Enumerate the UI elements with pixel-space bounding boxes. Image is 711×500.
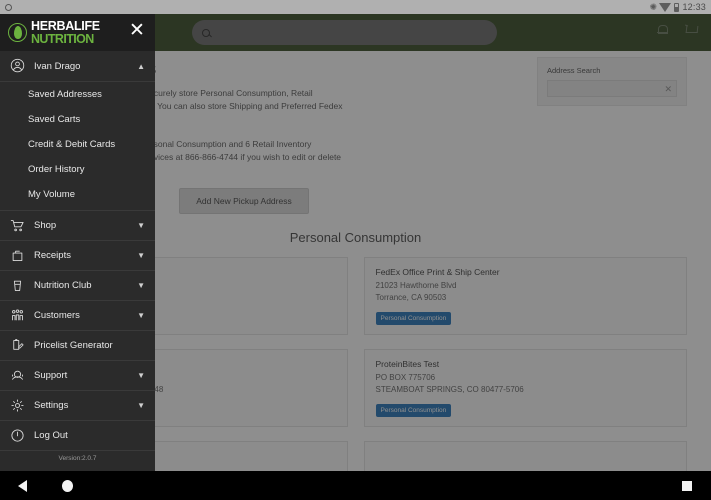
cart-icon [10, 218, 26, 234]
chevron-down-icon[interactable]: ▼ [137, 281, 145, 290]
sidebar-item-label: Settings [34, 400, 69, 411]
sidebar-item-support[interactable]: Support ▼ [0, 361, 155, 391]
drawer-submenu: Saved Addresses Saved Carts Credit & Deb… [0, 82, 155, 211]
chevron-down-icon[interactable]: ▼ [137, 371, 145, 380]
notification-dot-icon [5, 3, 12, 11]
sidebar-item-saved-carts[interactable]: Saved Carts [0, 107, 155, 132]
sidebar-item-log-out[interactable]: Log Out [0, 421, 155, 451]
sidebar-item-label: Support [34, 370, 68, 381]
headset-icon [10, 368, 26, 384]
app-version-label: Version:2.0.7 [58, 455, 97, 462]
sidebar-item-label: My Volume [28, 189, 75, 200]
sidebar-item-label: Order History [28, 164, 85, 175]
back-icon[interactable] [18, 480, 27, 492]
chevron-down-icon[interactable]: ▼ [137, 251, 145, 260]
sidebar-item-customers[interactable]: Customers ▼ [0, 301, 155, 331]
recents-icon[interactable] [682, 481, 692, 491]
chevron-down-icon[interactable]: ▼ [137, 401, 145, 410]
sidebar-item-label: Shop [34, 220, 57, 231]
clipboard-pencil-icon [10, 338, 26, 354]
close-drawer-icon[interactable]: ✕ [128, 21, 146, 40]
battery-icon [674, 2, 680, 12]
sidebar-item-label: Receipts [34, 250, 71, 261]
sidebar-item-label: Nutrition Club [34, 280, 92, 291]
status-bar-clock: 12:33 [682, 2, 706, 12]
drawer-header: HERBALIFE NUTRITION ✕ [0, 14, 155, 51]
receipt-bag-icon [10, 248, 26, 264]
account-circle-icon [10, 58, 26, 74]
chevron-up-icon[interactable]: ▲ [137, 62, 145, 71]
sidebar-item-label: Saved Carts [28, 114, 81, 125]
sidebar-item-label: Log Out [34, 430, 68, 441]
brand-name-line1: HERBALIFE [31, 18, 100, 33]
drawer-menu: Ivan Drago ▲ Saved Addresses Saved Carts… [0, 51, 155, 471]
sidebar-item-credit-debit-cards[interactable]: Credit & Debit Cards [0, 132, 155, 157]
home-icon[interactable] [62, 480, 73, 492]
sidebar-item-receipts[interactable]: Receipts ▼ [0, 241, 155, 271]
drawer-user-name: Ivan Drago [34, 60, 81, 72]
sidebar-item-saved-addresses[interactable]: Saved Addresses [0, 82, 155, 107]
people-icon [10, 308, 26, 324]
sidebar-item-label: Pricelist Generator [34, 340, 113, 351]
bluetooth-icon: ✺ [649, 1, 658, 12]
chevron-down-icon[interactable]: ▼ [137, 311, 145, 320]
sidebar-item-label: Customers [34, 310, 80, 321]
navigation-drawer: HERBALIFE NUTRITION ✕ Ivan Drago ▲ Saved… [0, 14, 155, 471]
sidebar-item-label: Saved Addresses [28, 89, 102, 100]
leaf-icon [8, 23, 27, 42]
sidebar-item-nutrition-club[interactable]: Nutrition Club ▼ [0, 271, 155, 301]
android-status-bar: ✺ 12:33 [0, 0, 711, 14]
cup-icon [10, 278, 26, 294]
drawer-item-user[interactable]: Ivan Drago ▲ [0, 51, 155, 82]
wifi-icon [659, 2, 672, 12]
sidebar-item-shop[interactable]: Shop ▼ [0, 211, 155, 241]
sidebar-item-my-volume[interactable]: My Volume [0, 182, 155, 207]
sidebar-item-settings[interactable]: Settings ▼ [0, 391, 155, 421]
power-icon [10, 428, 26, 444]
sidebar-item-pricelist-generator[interactable]: Pricelist Generator [0, 331, 155, 361]
sidebar-item-label: Credit & Debit Cards [28, 139, 116, 150]
brand-logo: HERBALIFE NUTRITION [8, 18, 100, 46]
android-nav-bar [0, 471, 711, 500]
device-screen: ✺ 12:33 Address Search ✕ Saved Addresses… [0, 0, 711, 500]
gear-icon [10, 398, 26, 414]
sidebar-item-order-history[interactable]: Order History [0, 157, 155, 182]
chevron-down-icon[interactable]: ▼ [137, 221, 145, 230]
brand-name-line2: NUTRITION [31, 32, 94, 46]
